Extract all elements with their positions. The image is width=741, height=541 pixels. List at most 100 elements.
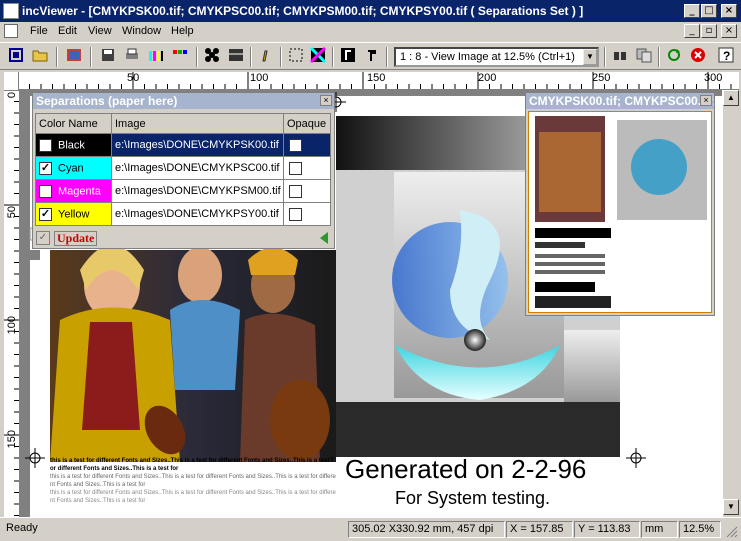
toolbar-separator — [56, 47, 58, 67]
scroll-down-button[interactable]: ▼ — [723, 499, 739, 515]
enabled-checkbox[interactable]: ✓ — [39, 139, 52, 152]
doc-minimize-button[interactable]: _ — [684, 24, 700, 38]
table-row[interactable]: ✓ Yellow e:\Images\DONE\CMYKPSY00.tif — [36, 203, 331, 226]
generated-text: Generated on 2-2-96 — [345, 454, 586, 485]
opaque-cell[interactable] — [284, 180, 331, 203]
color-name-cell[interactable]: ✓ Yellow — [36, 203, 112, 226]
table-row[interactable]: ✓Magentae:\Images\DONE\CMYKPSM00.tif — [36, 180, 331, 203]
vertical-scrollbar[interactable]: ▲ ▼ — [722, 90, 739, 517]
opaque-cell[interactable] — [284, 157, 331, 180]
gray-scale-icon[interactable] — [226, 47, 246, 67]
enabled-checkbox[interactable]: ✓ — [39, 208, 52, 221]
toolbar-separator — [386, 47, 388, 67]
toolbar: 1 : 8 - View Image at 12.5% (Ctrl+1) ▼ ? — [0, 42, 741, 70]
ruler-label: 50 — [127, 72, 139, 84]
close-button[interactable]: × — [721, 4, 737, 18]
maximize-button[interactable]: □ — [701, 4, 717, 18]
vertical-ruler[interactable]: 0 50 100 150 — [4, 90, 20, 517]
doc-close-button[interactable]: × — [721, 24, 737, 38]
table-row[interactable]: ✓Cyane:\Images\DONE\CMYKPSC00.tif — [36, 157, 331, 180]
zoom-select[interactable]: 1 : 8 - View Image at 12.5% (Ctrl+1) ▼ — [394, 47, 599, 67]
status-unit: mm — [641, 521, 678, 538]
color-name: Yellow — [58, 208, 89, 220]
size-grip-icon[interactable] — [724, 524, 738, 538]
open-folder-icon[interactable] — [30, 47, 50, 67]
doc-restore-button[interactable]: ▫ — [701, 24, 717, 38]
image-path-cell[interactable]: e:\Images\DONE\CMYKPSY00.tif — [112, 203, 284, 226]
ruler-label: 50 — [6, 206, 18, 218]
play-left-icon[interactable] — [320, 232, 328, 244]
opaque-checkbox[interactable] — [289, 185, 302, 198]
column-header[interactable]: Opaque — [284, 114, 331, 134]
thumbnail-close-button[interactable]: × — [700, 95, 712, 106]
ruler-label: 100 — [250, 72, 268, 84]
copy-icon[interactable] — [634, 47, 654, 67]
ruler-label: 200 — [478, 72, 496, 84]
window-title: incViewer - [CMYKPSK00.tif; CMYKPSC00.ti… — [22, 4, 583, 18]
color-bars-icon[interactable] — [146, 47, 166, 67]
menu-file[interactable]: File — [30, 25, 48, 37]
color-name-cell[interactable]: ✓Cyan — [36, 157, 112, 180]
rotate-icon[interactable] — [362, 47, 382, 67]
ruler-label: 250 — [592, 72, 610, 84]
image-path-cell[interactable]: e:\Images\DONE\CMYKPSM00.tif — [112, 180, 284, 203]
document-icon[interactable] — [4, 24, 18, 38]
app-icon[interactable] — [3, 3, 19, 19]
refresh-icon[interactable] — [664, 47, 684, 67]
help-icon[interactable]: ? — [716, 47, 736, 67]
status-bar: Ready 305.02 X330.92 mm, 457 dpi X = 157… — [0, 517, 741, 540]
print-icon[interactable] — [122, 47, 142, 67]
panel-close-button[interactable]: × — [320, 95, 332, 106]
color-name: Black — [58, 139, 85, 151]
scroll-up-button[interactable]: ▲ — [723, 90, 739, 106]
minimize-button[interactable]: _ — [684, 4, 700, 18]
opaque-cell[interactable] — [284, 134, 331, 157]
column-header[interactable]: Image — [112, 114, 284, 134]
sample-text-block: this is a test for different Fonts and S… — [50, 457, 336, 517]
overlay-icon[interactable] — [308, 47, 328, 67]
dither-icon[interactable] — [202, 47, 222, 67]
color-swatch-icon[interactable] — [170, 47, 190, 67]
update-button[interactable]: Update — [54, 231, 97, 246]
table-row[interactable]: ✓ Black e:\Images\DONE\CMYKPSK00.tif — [36, 134, 331, 157]
binoculars-icon[interactable] — [610, 47, 630, 67]
opaque-checkbox[interactable] — [289, 139, 302, 152]
menu-edit[interactable]: Edit — [58, 25, 77, 37]
color-name-cell[interactable]: ✓ Black — [36, 134, 112, 157]
thumbnail-title: CMYKPSK00.tif; CMYKPSC00.tif; — [526, 93, 714, 109]
image-path-cell[interactable]: e:\Images\DONE\CMYKPSC00.tif — [112, 157, 284, 180]
flip-icon[interactable] — [338, 47, 358, 67]
toolbar-separator — [604, 47, 606, 67]
chevron-down-icon[interactable]: ▼ — [583, 49, 597, 65]
save-icon[interactable] — [98, 47, 118, 67]
menu-help[interactable]: Help — [171, 25, 194, 37]
column-header[interactable]: Color Name — [36, 114, 112, 134]
toolbar-separator — [250, 47, 252, 67]
thumbnail-view[interactable] — [528, 111, 712, 313]
toolbar-separator — [280, 47, 282, 67]
stop-icon[interactable] — [688, 47, 708, 67]
menu-view[interactable]: View — [88, 25, 112, 37]
ruler-label: 300 — [704, 72, 722, 84]
separations-title: Separations (paper here) — [33, 93, 334, 109]
new-window-icon[interactable] — [6, 47, 26, 67]
opaque-checkbox[interactable] — [289, 162, 302, 175]
opaque-checkbox[interactable] — [289, 208, 302, 221]
enabled-checkbox[interactable]: ✓ — [39, 185, 52, 198]
select-icon[interactable] — [286, 47, 306, 67]
check-icon[interactable]: ✓ — [36, 231, 50, 245]
opaque-cell[interactable] — [284, 203, 331, 226]
toolbar-separator — [332, 47, 334, 67]
ruler-label: 150 — [6, 430, 18, 448]
pencil-icon[interactable] — [256, 47, 276, 67]
toolbar-separator — [196, 47, 198, 67]
images-icon[interactable] — [64, 47, 84, 67]
sample-text: this is a test for different Fonts and S… — [50, 489, 336, 505]
color-name-cell[interactable]: ✓Magenta — [36, 180, 112, 203]
image-path-cell[interactable]: e:\Images\DONE\CMYKPSK00.tif — [112, 134, 284, 157]
zoom-value: 1 : 8 - View Image at 12.5% (Ctrl+1) — [400, 51, 575, 63]
status-ready: Ready — [6, 522, 38, 534]
enabled-checkbox[interactable]: ✓ — [39, 162, 52, 175]
menu-window[interactable]: Window — [122, 25, 161, 37]
horizontal-ruler[interactable]: 0 50 100 150 200 250 300 — [18, 72, 739, 90]
